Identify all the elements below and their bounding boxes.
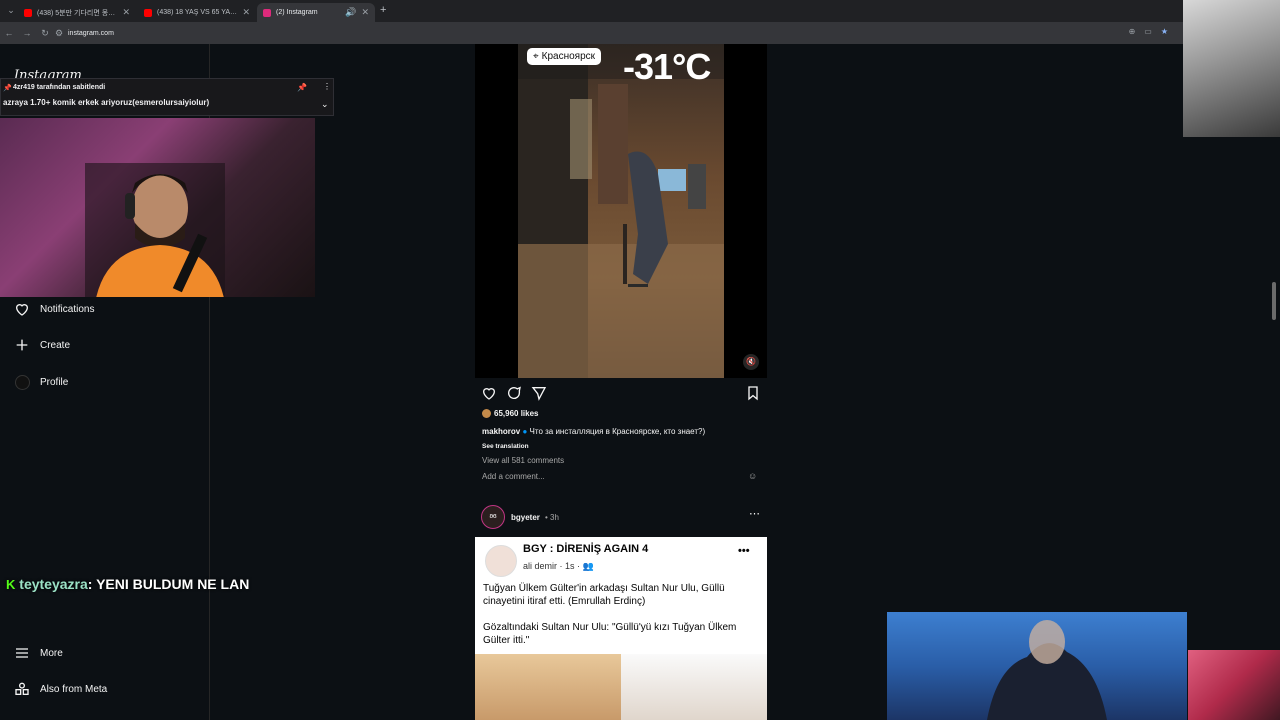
kick-icon: K: [6, 577, 16, 592]
cast-icon[interactable]: ▭: [1144, 27, 1152, 36]
cat-overlay: [1188, 650, 1280, 720]
sidebar-item-create[interactable]: Create: [14, 337, 70, 353]
avatar[interactable]: ʚɞ: [481, 505, 505, 529]
close-icon[interactable]: ✕: [361, 7, 369, 18]
scrollbar[interactable]: [1272, 282, 1276, 320]
more-options-icon: •••: [738, 545, 750, 557]
sidebar-item-more[interactable]: More: [14, 645, 63, 661]
pinned-chat-message: 📌 4zr419 tarafından sabitlendi azraya 1.…: [0, 78, 334, 116]
tab-title: (2) Instagram: [276, 9, 318, 16]
instagram-icon: [263, 8, 271, 17]
reel-video[interactable]: ⌖ Красноярск -31°C: [518, 44, 724, 378]
emoji-icon[interactable]: ☺: [748, 471, 757, 481]
post-header: ʚɞ bgyeter • 3h ⋯: [481, 505, 766, 529]
tab-title: (438) 18 YAŞ VS 65 YAŞ YARIŞM: [157, 9, 237, 16]
speaker-icon[interactable]: 🔊: [345, 7, 356, 18]
view-comments-link[interactable]: View all 581 comments: [482, 456, 564, 465]
location-sticker: ⌖ Красноярск: [527, 48, 602, 65]
browser-tab-1[interactable]: (438) 5분만 기다리면 몽중이 바뀐 ✕: [18, 3, 136, 22]
browser-tab-3[interactable]: (2) Instagram 🔊 ✕: [257, 3, 375, 22]
browser-tab-2[interactable]: (438) 18 YAŞ VS 65 YAŞ YARIŞM ✕: [138, 3, 256, 22]
post-video[interactable]: ⌖ Красноярск -31°C 🔇: [475, 44, 767, 378]
menu-icon: [14, 645, 30, 661]
sidebar-item-notifications[interactable]: Notifications: [14, 301, 94, 317]
post-caption: makhorov ● Что за инсталляция в Краснояр…: [482, 427, 705, 436]
sidebar-item-label: Profile: [40, 376, 69, 388]
verified-badge-icon: ●: [522, 427, 528, 436]
browser-tab-bar: ⌄ (438) 5분만 기다리면 몽중이 바뀐 ✕ (438) 18 YAŞ V…: [0, 0, 1280, 22]
zoom-icon[interactable]: ⊕: [1129, 27, 1136, 36]
address-bar: ← → ↻ ⚙ instagram.com ⊕ ▭ ★: [0, 22, 1280, 44]
temperature-text: -31°C: [623, 46, 711, 87]
tab-title: (438) 5분만 기다리면 몽중이 바뀐: [37, 9, 117, 17]
share-icon[interactable]: [531, 385, 547, 401]
close-icon[interactable]: ✕: [242, 7, 250, 18]
friends-icon: 👥: [582, 561, 594, 571]
youtube-icon: [144, 8, 152, 17]
site-info-icon[interactable]: ⚙: [54, 28, 64, 39]
post-actions: [481, 385, 761, 403]
pin-icon: 📌: [3, 85, 12, 92]
post-username[interactable]: makhorov: [482, 427, 520, 436]
avatar: [14, 374, 30, 390]
more-vertical-icon[interactable]: ⋮: [323, 82, 331, 91]
see-translation-link[interactable]: See translation: [482, 443, 529, 450]
reload-icon[interactable]: ↻: [36, 28, 54, 39]
location-pin-icon: ⌖: [533, 51, 539, 62]
figure: [987, 620, 1107, 720]
pinned-by: 4zr419 tarafından sabitlendi: [13, 84, 106, 91]
video-overlay: [887, 612, 1187, 720]
youtube-icon: [24, 8, 32, 17]
sidebar-item-label: Notifications: [40, 303, 95, 315]
pinned-text: azraya 1.70+ komik erkek ariyoruz(esmero…: [3, 98, 210, 107]
group-avatar: [485, 545, 517, 577]
new-tab-button[interactable]: +: [380, 4, 386, 16]
group-name: BGY : DİRENİŞ AGAIN 4: [523, 543, 649, 555]
toolbar-icons: ⊕ ▭ ★: [1129, 27, 1168, 36]
url-field[interactable]: instagram.com: [68, 30, 114, 37]
mute-icon[interactable]: 🔇: [743, 354, 759, 370]
sidebar-item-profile[interactable]: Profile: [14, 374, 68, 390]
chat-text: : YENI BULDUM NE LAN: [87, 576, 250, 592]
add-comment-input[interactable]: Add a comment...: [482, 472, 545, 481]
post-text: Tuğyan Ülkem Gülter'in arkadaşı Sultan N…: [483, 583, 725, 607]
chat-message: K teyteyazra: YENI BULDUM NE LAN: [6, 576, 249, 592]
photo-right: [621, 654, 767, 720]
streamer-webcam: [0, 118, 315, 297]
pin-icon[interactable]: 📌: [297, 83, 307, 92]
location-text: Красноярск: [541, 51, 596, 62]
sidebar-item-label: More: [40, 647, 63, 659]
photo-left: [475, 654, 621, 720]
comment-icon[interactable]: [506, 385, 522, 401]
author-line: ali demir · 1s · 👥: [523, 561, 594, 572]
forward-icon[interactable]: →: [18, 28, 36, 38]
photo-overlay: [1183, 0, 1280, 137]
meta-icon: [14, 681, 30, 697]
sidebar-item-label: Create: [40, 339, 71, 351]
streamer-figure: [85, 163, 225, 297]
caption-text: Что за инсталляция в Красноярске, кто зн…: [529, 427, 706, 436]
post-text: Gözaltındaki Sultan Nur Ulu: "Güllü'yü k…: [483, 622, 737, 646]
like-heart-icon[interactable]: [481, 385, 497, 401]
heart-icon: [14, 301, 30, 317]
sidebar-item-label: Also from Meta: [40, 683, 108, 695]
close-icon[interactable]: ✕: [122, 7, 130, 18]
video-scene: [518, 44, 724, 378]
chevron-down-icon[interactable]: ⌄: [321, 99, 329, 110]
more-options-icon[interactable]: ⋯: [749, 507, 760, 520]
chat-username: teyteyazra: [19, 576, 88, 592]
plus-icon: [14, 337, 30, 353]
sidebar-item-also-from-meta[interactable]: Also from Meta: [14, 681, 107, 697]
likes-text: 65,960 likes: [494, 409, 539, 418]
author-text: ali demir · 1s ·: [523, 561, 581, 571]
post-photo: [475, 654, 767, 720]
bookmark-star-icon[interactable]: ★: [1161, 27, 1168, 36]
post-time: • 3h: [545, 513, 559, 522]
back-icon[interactable]: ←: [0, 28, 18, 38]
post-username[interactable]: bgyeter: [511, 513, 540, 522]
likes-count[interactable]: 65,960 likes: [482, 409, 538, 418]
avatar: [482, 409, 491, 418]
bookmark-icon[interactable]: [745, 385, 761, 401]
post-image-card[interactable]: BGY : DİRENİŞ AGAIN 4 ali demir · 1s · 👥…: [475, 537, 767, 720]
